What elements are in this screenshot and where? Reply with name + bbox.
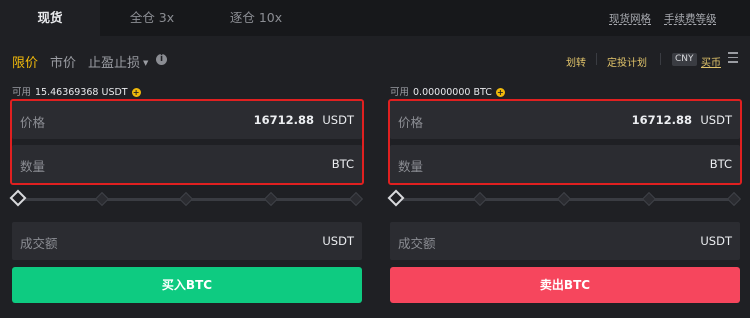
recurring-plan-link[interactable]: 定投计划	[607, 54, 647, 69]
total-unit: USDT	[322, 234, 354, 248]
buy-slider-handle[interactable]	[9, 189, 27, 207]
tab-isolated-margin[interactable]: 逐仓 10x	[210, 0, 302, 36]
sell-slider-100-marker[interactable]	[726, 191, 742, 207]
sell-slider-handle[interactable]	[387, 189, 405, 207]
buy-available-balance: 可用 15.46369368 USDT +	[12, 84, 141, 98]
menu-icon[interactable]	[728, 52, 738, 64]
tab-cross-margin[interactable]: 全仓 3x	[106, 0, 198, 36]
deposit-plus-icon[interactable]: +	[131, 88, 141, 97]
available-value: 0.00000000 BTC	[413, 87, 492, 98]
currency-badge: CNY	[672, 53, 697, 66]
sell-total-field[interactable]: 成交额 USDT	[390, 222, 740, 260]
tab-spot[interactable]: 现货	[0, 0, 100, 36]
highlight-box	[10, 99, 364, 185]
buy-crypto-link[interactable]: 买币	[701, 54, 721, 69]
stop-limit-label: 止盈止损	[88, 56, 141, 71]
transfer-link[interactable]: 划转	[566, 54, 586, 69]
order-type-limit[interactable]: 限价	[12, 52, 38, 71]
total-label: 成交额	[20, 236, 58, 251]
buy-slider-75-marker[interactable]	[263, 191, 279, 207]
sell-slider-25-marker[interactable]	[472, 191, 488, 207]
sell-btc-button[interactable]: 卖出BTC	[390, 267, 740, 303]
buy-slider-100-marker[interactable]	[348, 191, 364, 207]
buy-slider-25-marker[interactable]	[94, 191, 110, 207]
available-value: 15.46369368 USDT	[35, 87, 128, 98]
order-type-stop-limit[interactable]: 止盈止损 ▼	[88, 52, 148, 71]
total-unit: USDT	[700, 234, 732, 248]
sell-slider-75-marker[interactable]	[641, 191, 657, 207]
sell-available-balance: 可用 0.00000000 BTC +	[390, 84, 505, 98]
sell-slider-50-marker[interactable]	[556, 191, 572, 207]
available-label: 可用	[390, 87, 410, 98]
available-label: 可用	[12, 87, 32, 98]
info-icon[interactable]: i	[156, 54, 167, 65]
fee-tier-link[interactable]: 手续费等级	[664, 11, 717, 26]
buy-btc-button[interactable]: 买入BTC	[12, 267, 362, 303]
divider	[596, 53, 597, 65]
buy-total-field[interactable]: 成交额 USDT	[12, 222, 362, 260]
caret-down-icon: ▼	[143, 59, 149, 67]
order-type-market[interactable]: 市价	[50, 52, 76, 71]
deposit-plus-icon[interactable]: +	[495, 88, 505, 97]
margin-mode-tabs: 现货 全仓 3x 逐仓 10x 现货网格 手续费等级	[0, 0, 750, 36]
buy-slider-50-marker[interactable]	[178, 191, 194, 207]
spot-grid-link[interactable]: 现货网格	[609, 11, 651, 26]
divider	[660, 53, 661, 65]
highlight-box	[388, 99, 742, 185]
total-label: 成交额	[398, 236, 436, 251]
